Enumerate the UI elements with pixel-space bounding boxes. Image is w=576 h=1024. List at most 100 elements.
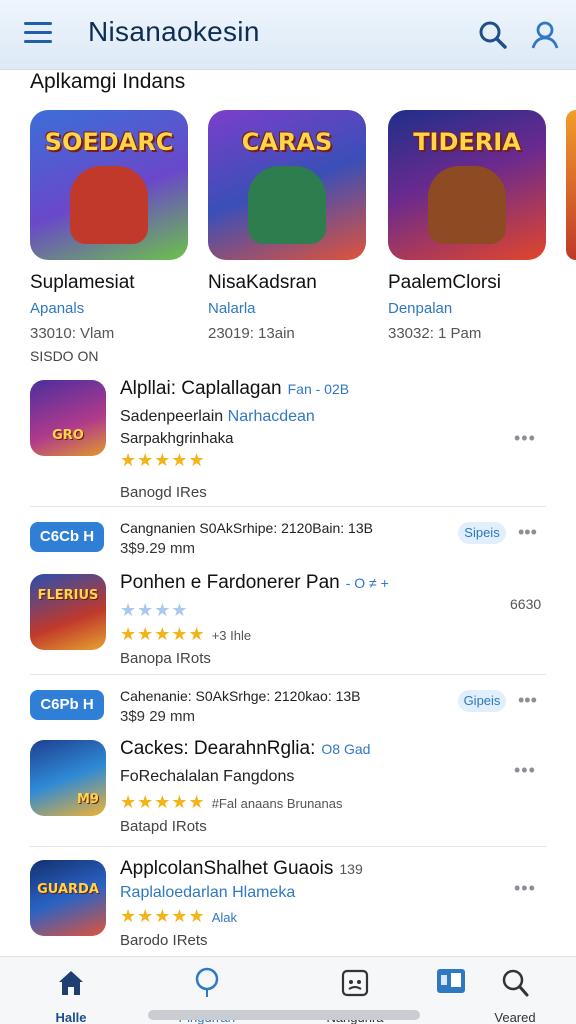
app-title: Ponhen e Fardonerer Pan - O ≠ + <box>120 572 389 594</box>
app-name: PaalemClorsi <box>388 272 501 293</box>
app-title-suffix: - O ≠ + <box>345 575 389 591</box>
subtitle-text: Sadenpeerlain <box>120 408 224 425</box>
robot-icon <box>341 969 369 997</box>
faded-stars: ★★★★ <box>120 600 189 620</box>
menu-icon[interactable] <box>24 22 52 46</box>
app-footer: Batapd IRots <box>120 818 207 835</box>
rating-note: #Fal anaans Brunanas <box>211 796 343 811</box>
divider <box>30 846 546 847</box>
get-button[interactable]: C6Cb H <box>30 522 104 552</box>
stars: ★★★★★ <box>120 906 206 926</box>
star-rating: ★★★★★ +3 Ihle <box>120 624 251 645</box>
app-subtitle: Sadenpeerlain Narhacdean <box>120 408 315 426</box>
thumbnail-logo: GUARDA <box>37 882 99 897</box>
app-thumbnail[interactable]: CARAS <box>208 110 366 260</box>
home-indicator[interactable] <box>148 1010 420 1020</box>
featured-card[interactable]: TIDERIA PaalemClorsi Denpalan 33032: 1 P… <box>388 110 548 342</box>
app-title: ApplcolanShalhet Guaois 139 <box>120 858 363 880</box>
get-button[interactable]: C6Pb H <box>30 690 104 720</box>
divider <box>30 506 546 507</box>
app-thumbnail[interactable]: GUARDA <box>30 860 106 936</box>
app-subtitle: FoRechalalan Fangdons <box>120 768 295 785</box>
app-category: Sarpakhgrinhaka <box>120 430 234 447</box>
rating-note: +3 Ihle <box>211 628 252 643</box>
nav-item-home[interactable]: Halle <box>26 967 116 1024</box>
star-rating: ★★★★★ <box>120 450 206 470</box>
app-footer: Barodo IRets <box>120 932 208 949</box>
app-name: NisaKadsran <box>208 272 317 293</box>
home-icon <box>59 971 83 995</box>
app-title-text: ApplcolanShalhet Guaois <box>120 858 334 879</box>
app-footer: Banogd IRes <box>120 484 207 501</box>
stars: ★★★★★ <box>120 792 206 812</box>
search-icon <box>502 969 529 997</box>
thumbnail-logo: FLERIUS <box>37 588 99 603</box>
thumbnail-logo: SOEDARC <box>44 128 174 156</box>
app-title-suffix: O8 Gad <box>321 741 371 757</box>
character-art <box>248 166 326 244</box>
app-subtitle: Raplaloedarlan Hlameka <box>120 884 295 902</box>
app-title-text: Alpllai: Caplallagan <box>120 378 282 399</box>
app-thumbnail[interactable]: TIDERIA <box>388 110 546 260</box>
nav-label: Veared <box>494 1010 536 1024</box>
app-footer: Banopa IRots <box>120 650 211 667</box>
app-title: Alpllai: Caplallagan Fan - 02B <box>120 378 349 400</box>
app-extra: SISDO ON <box>30 348 99 364</box>
promo-info: Cahenanie: S0AkSrhge: 2120kao: 13B <box>120 688 361 704</box>
app-title: Cackes: DearahnRglia: O8 Gad <box>120 738 370 760</box>
featured-card[interactable]: SOEDARC Suplamesiat Apanals 33010: Vlam … <box>30 110 190 364</box>
divider <box>30 674 546 675</box>
app-title-text: Ponhen e Fardonerer Pan <box>120 572 340 593</box>
featured-carousel[interactable]: SOEDARC Suplamesiat Apanals 33010: Vlam … <box>0 110 576 370</box>
app-thumbnail[interactable]: GRO <box>30 380 106 456</box>
top-bar: Nisanaokesin <box>0 0 576 70</box>
promo-price: 3$9 29 mm <box>120 708 196 725</box>
app-developer[interactable]: Nalarla <box>208 300 368 317</box>
account-icon[interactable] <box>528 18 562 52</box>
more-options-icon[interactable]: ••• <box>518 690 537 711</box>
next-card-peek[interactable] <box>566 110 576 260</box>
promo-badge[interactable]: Sipeis <box>458 522 506 544</box>
character-art <box>70 166 148 244</box>
app-meta: 33010: Vlam <box>30 325 115 342</box>
subtitle-accent[interactable]: Raplaloedarlan Hlameka <box>120 884 295 901</box>
star-rating: ★★★★★ Alak <box>120 906 237 927</box>
character-art <box>428 166 506 244</box>
subtitle-accent[interactable]: Narhacdean <box>228 408 315 425</box>
more-options-icon[interactable]: ••• <box>518 522 537 543</box>
nav-label: Halle <box>55 1010 87 1024</box>
promo-badge[interactable]: Gipeis <box>458 690 506 712</box>
section-title: Aplkamgi Indans <box>30 70 186 93</box>
app-name: Suplamesiat <box>30 272 135 293</box>
more-options-icon[interactable]: ••• <box>514 428 536 449</box>
app-thumbnail[interactable]: SOEDARC <box>30 110 188 260</box>
promo-price: 3$9.29 mm <box>120 540 196 557</box>
app-meta: 23019: 13ain <box>208 325 295 342</box>
app-thumbnail[interactable]: M9 <box>30 740 106 816</box>
app-title-suffix: 139 <box>339 861 363 877</box>
app-developer[interactable]: Apanals <box>30 300 190 317</box>
side-value: 6630 <box>510 596 542 612</box>
thumbnail-logo: CARAS <box>241 128 333 156</box>
promo-info: Cangnanien S0AkSrhipe: 2120Bain: 13B <box>120 520 373 536</box>
app-thumbnail[interactable]: FLERIUS <box>30 574 106 650</box>
app-title-suffix: Fan - 02B <box>287 381 350 397</box>
star-rating-faded: ★★★★ <box>120 600 189 621</box>
thumbnail-logo: M9 <box>77 792 99 807</box>
thumbnail-logo: TIDERIA <box>413 128 521 156</box>
more-options-icon[interactable]: ••• <box>514 760 536 781</box>
nav-item-search[interactable]: Veared <box>470 967 560 1024</box>
rating-note: Alak <box>211 910 237 925</box>
app-icon <box>437 969 465 993</box>
thumbnail-logo: GRO <box>52 428 84 443</box>
app-developer[interactable]: Denpalan <box>388 300 548 317</box>
app-title-text: Cackes: DearahnRglia: <box>120 738 316 759</box>
app-title: Nisanaokesin <box>88 16 260 47</box>
promo-row[interactable]: C6Cb H Cangnanien S0AkSrhipe: 2120Bain: … <box>0 518 576 568</box>
promo-row[interactable]: C6Pb H Cahenanie: S0AkSrhge: 2120kao: 13… <box>0 686 576 736</box>
search-icon[interactable] <box>476 18 510 52</box>
stars: ★★★★★ <box>120 624 206 644</box>
more-options-icon[interactable]: ••• <box>514 878 536 899</box>
star-rating: ★★★★★ #Fal anaans Brunanas <box>120 792 343 813</box>
featured-card[interactable]: CARAS NisaKadsran Nalarla 23019: 13ain <box>208 110 368 342</box>
